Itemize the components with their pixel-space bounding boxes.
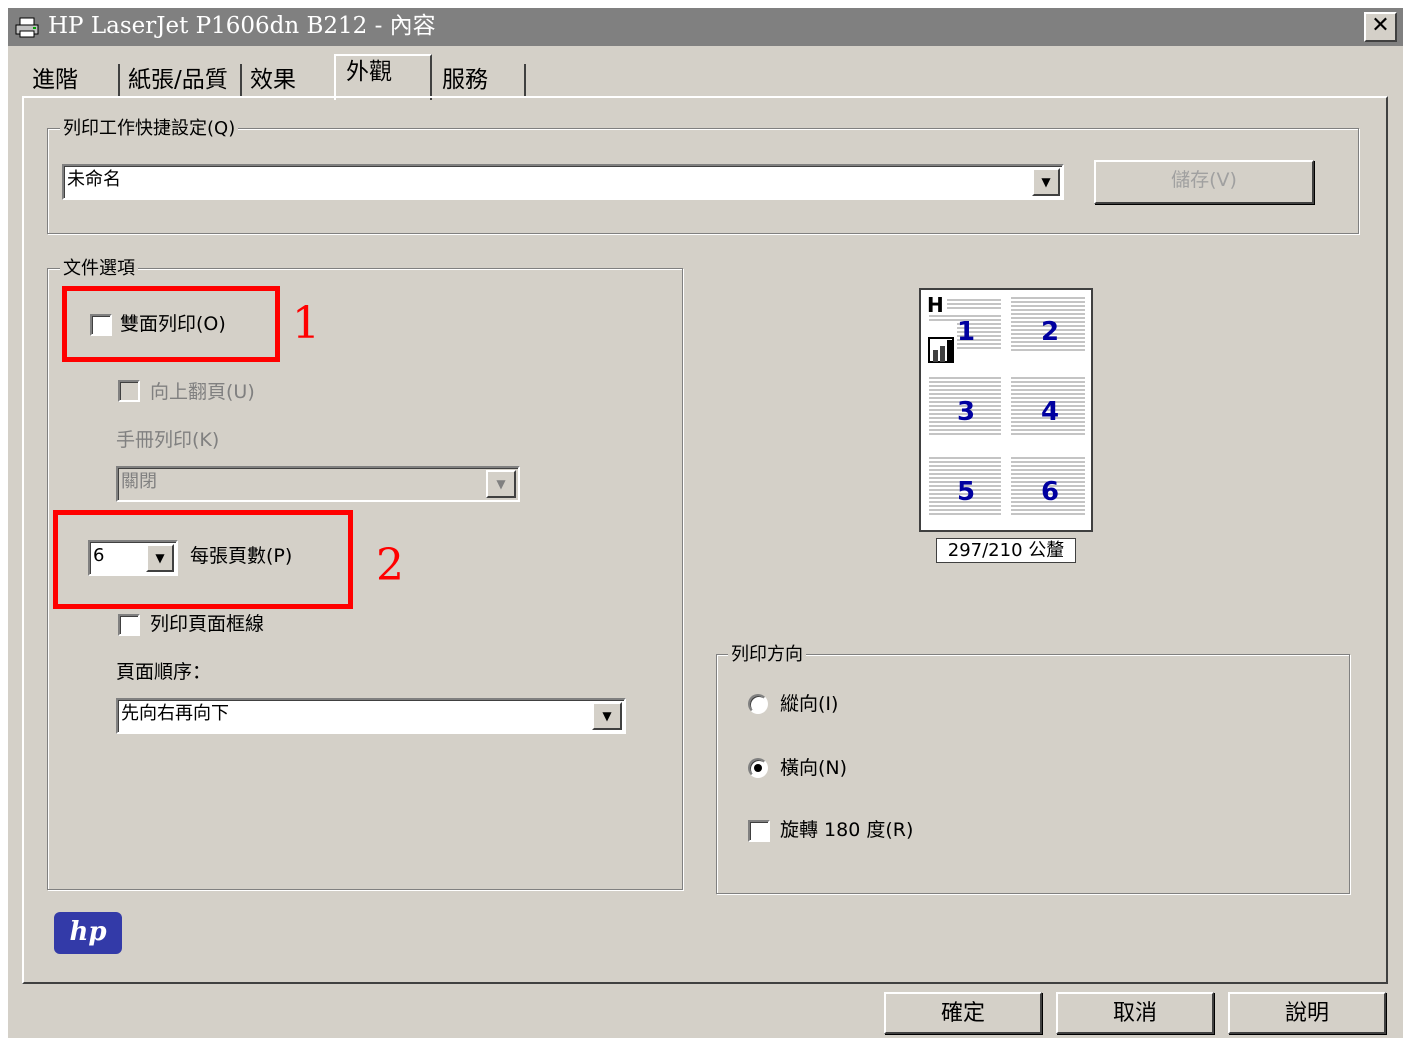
cancel-button[interactable]: 取消 [1056, 992, 1214, 1034]
help-button[interactable]: 說明 [1228, 992, 1386, 1034]
close-icon: ✕ [1371, 13, 1390, 38]
portrait-label[interactable]: 縱向(I) [780, 692, 838, 716]
preview-page-number: 5 [957, 477, 976, 507]
annotation-box-1 [62, 286, 280, 362]
preview-lines [928, 297, 1085, 515]
tab-paper-quality[interactable]: 紙張/品質 [118, 62, 238, 98]
quick-settings-value: 未命名 [67, 169, 121, 190]
landscape-radio[interactable] [748, 758, 768, 778]
preview-page-number: 3 [957, 397, 976, 427]
radio-selected-dot [754, 764, 762, 772]
page-order-value: 先向右再向下 [121, 703, 229, 724]
printer-icon[interactable] [14, 16, 40, 38]
ok-button[interactable]: 確定 [884, 992, 1042, 1034]
tab-appearance[interactable]: 外觀 [336, 54, 402, 90]
annotation-box-2 [53, 510, 353, 609]
flip-up-checkbox[interactable] [118, 380, 140, 402]
rotate-180-checkbox[interactable] [748, 820, 770, 842]
close-button[interactable]: ✕ [1364, 12, 1397, 42]
preview-header-letter: H [927, 293, 944, 317]
booklet-select[interactable]: 關閉 [116, 466, 520, 502]
quick-settings-legend: 列印工作快捷設定(Q) [60, 118, 239, 140]
preview-page-number: 2 [1041, 317, 1060, 347]
booklet-label: 手冊列印(K) [116, 429, 220, 451]
page-order-select[interactable]: 先向右再向下 [116, 698, 626, 734]
rotate-180-label[interactable]: 旋轉 180 度(R) [780, 818, 913, 842]
preview-page-number: 4 [1041, 397, 1060, 427]
quick-settings-select[interactable]: 未命名 [62, 164, 1064, 200]
tab-effects[interactable]: 效果 [240, 62, 306, 98]
save-button[interactable]: 儲存(V) [1094, 160, 1314, 204]
chevron-down-icon[interactable]: ▼ [486, 470, 516, 498]
paper-size-caption: 297/210 公釐 [936, 538, 1076, 563]
portrait-radio[interactable] [748, 694, 768, 714]
hp-logo: hp [54, 912, 122, 954]
tab-advanced[interactable]: 進階 [22, 62, 88, 98]
tab-services[interactable]: 服務 [432, 62, 498, 98]
document-options-legend: 文件選項 [60, 258, 138, 280]
annotation-number-2: 2 [376, 540, 404, 591]
page-preview: H 1 2 3 4 5 6 [919, 288, 1093, 532]
print-borders-checkbox[interactable] [118, 614, 140, 636]
chevron-down-icon[interactable]: ▼ [592, 702, 622, 730]
annotation-number-1: 1 [292, 298, 320, 349]
booklet-value: 關閉 [121, 471, 157, 492]
tab-divider [524, 64, 526, 98]
preview-page-number: 6 [1041, 477, 1060, 507]
landscape-label[interactable]: 橫向(N) [780, 756, 847, 780]
chevron-down-icon[interactable]: ▼ [1032, 168, 1060, 196]
flip-up-label: 向上翻頁(U) [150, 381, 255, 403]
window-title: HP LaserJet P1606dn B212 - 內容 [48, 13, 436, 39]
preview-page-number: 1 [957, 317, 976, 347]
orientation-legend: 列印方向 [728, 644, 806, 666]
page-order-label: 頁面順序： [116, 661, 212, 683]
print-borders-label[interactable]: 列印頁面框線 [150, 612, 264, 636]
